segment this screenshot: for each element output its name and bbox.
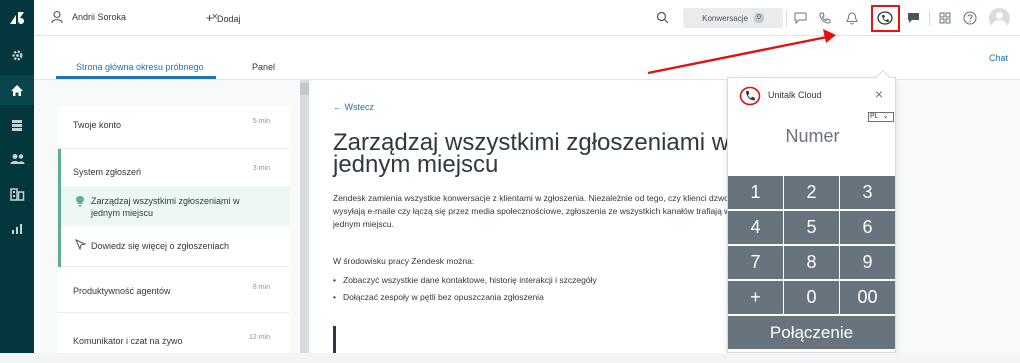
section-duration: 5 min — [252, 118, 270, 125]
red-arrow-annotation — [647, 29, 836, 75]
course-outline: Twoje konto 5 min System zgłoszeń 3 min … — [58, 107, 290, 353]
features-intro: W środowisku pracy Zendesk można: — [333, 256, 475, 266]
avatar[interactable] — [989, 8, 1010, 29]
apps-grid-icon[interactable] — [937, 10, 953, 26]
language-value: PL — [870, 113, 879, 120]
lightbulb-icon — [76, 196, 84, 207]
unitalk-logo-icon — [739, 86, 761, 106]
active-tab-indicator — [56, 76, 216, 79]
section-title: Twoje konto — [73, 120, 122, 130]
tab-panel[interactable]: Panel — [252, 62, 275, 72]
key-9[interactable]: 9 — [840, 246, 895, 279]
feature-list: Zobaczyć wszystkie dane kontaktowe, hist… — [333, 275, 597, 309]
scrollbar-thumb[interactable] — [300, 83, 309, 95]
reports-icon[interactable] — [0, 214, 34, 244]
zendesk-logo-icon[interactable] — [0, 3, 34, 33]
language-select[interactable]: PL ⌄ — [868, 112, 894, 122]
lesson-content: ← Wstecz Zarządzaj wszystkimi zgłoszenia… — [311, 80, 731, 353]
section-title: System zgłoszeń — [73, 167, 142, 177]
add-tab-button[interactable]: + Dodaj — [206, 11, 241, 25]
toolbar-divider — [929, 10, 930, 26]
add-tab-label: Dodaj — [217, 14, 241, 24]
lesson-label: Zarządzaj wszystkimi zgłoszeniami w jedn… — [91, 196, 240, 218]
chevron-down-icon: ⌄ — [882, 113, 889, 120]
chat-link[interactable]: Chat — [989, 53, 1008, 63]
section-duration: 12 min — [248, 334, 270, 341]
section-title: Komunikator i czat na żywo — [73, 336, 183, 346]
help-icon[interactable] — [962, 10, 978, 26]
key-4[interactable]: 4 — [728, 211, 783, 244]
section-duration: 3 min — [252, 165, 270, 172]
unitalk-highlight-box — [871, 5, 900, 32]
gear-icon[interactable] — [0, 40, 34, 70]
back-arrow-icon: ← — [333, 102, 342, 112]
top-bar: Andrii Soroka × + Dodaj Konwersacje 0 — [34, 0, 1020, 36]
tab-user-profile[interactable]: Andrii Soroka × — [40, 0, 226, 36]
page-title: Zarządzaj wszystkimi zgłoszeniami w jedn… — [333, 129, 730, 178]
key-00[interactable]: 00 — [840, 281, 895, 314]
organizations-icon[interactable] — [0, 179, 34, 209]
tab-trial-home[interactable]: Strona główna okresu próbnego — [76, 62, 204, 72]
plus-icon: + — [206, 11, 214, 25]
chat-solid-icon[interactable] — [905, 10, 921, 26]
lesson-item-current[interactable]: Zarządzaj wszystkimi zgłoszeniami w jedn… — [61, 186, 290, 226]
key-plus[interactable]: + — [728, 281, 783, 314]
key-2[interactable]: 2 — [784, 176, 839, 209]
close-icon[interactable]: × — [875, 86, 883, 102]
key-1[interactable]: 1 — [728, 176, 783, 209]
bell-icon[interactable] — [844, 10, 860, 26]
section-title: Produktywność agentów — [73, 286, 171, 296]
user-icon — [51, 10, 63, 24]
key-7[interactable]: 7 — [728, 246, 783, 279]
key-8[interactable]: 8 — [784, 246, 839, 279]
sub-header: Strona główna okresu próbnego Panel Chat — [34, 36, 1020, 80]
lesson-item[interactable]: Dowiedz się więcej o zgłoszeniach — [61, 226, 290, 267]
section-duration: 8 min — [252, 284, 270, 291]
dialer-brand-name: Unitalk Cloud — [768, 90, 822, 100]
key-3[interactable]: 3 — [840, 176, 895, 209]
key-5[interactable]: 5 — [784, 211, 839, 244]
bottom-strip — [0, 353, 1020, 363]
unitalk-dialer-popup: Unitalk Cloud × PL ⌄ Numer 1 2 3 4 5 6 7 … — [727, 69, 897, 353]
list-item: Dołączać zespoły w pętli bez opuszczania… — [333, 292, 597, 302]
list-item: Zobaczyć wszystkie dane kontaktowe, hist… — [333, 275, 597, 285]
section-account[interactable]: Twoje konto 5 min — [58, 107, 290, 149]
section-ticket-system[interactable]: System zgłoszeń 3 min — [58, 149, 290, 186]
users-icon[interactable] — [0, 144, 34, 174]
left-nav — [0, 0, 34, 353]
connect-button[interactable]: Połączenie — [728, 316, 895, 349]
back-link[interactable]: ← Wstecz — [333, 102, 374, 112]
home-icon[interactable] — [0, 75, 34, 105]
scrollbar[interactable] — [300, 80, 309, 353]
tab-user-name: Andrii Soroka — [72, 12, 127, 22]
tickets-icon[interactable] — [0, 110, 34, 140]
phone-number-input[interactable]: Numer — [728, 126, 897, 147]
cursor-icon — [75, 239, 86, 250]
embedded-media-block — [333, 326, 731, 353]
back-label: Wstecz — [344, 102, 375, 112]
section-agent-productivity[interactable]: Produktywność agentów 8 min — [58, 267, 290, 313]
key-6[interactable]: 6 — [840, 211, 895, 244]
key-0[interactable]: 0 — [784, 281, 839, 314]
intro-paragraph: Zendesk zamienia wszystkie konwersacje z… — [333, 193, 731, 229]
lesson-label: Dowiedz się więcej o zgłoszeniach — [91, 241, 230, 251]
section-messaging-chat[interactable]: Komunikator i czat na żywo 12 min — [58, 313, 290, 353]
